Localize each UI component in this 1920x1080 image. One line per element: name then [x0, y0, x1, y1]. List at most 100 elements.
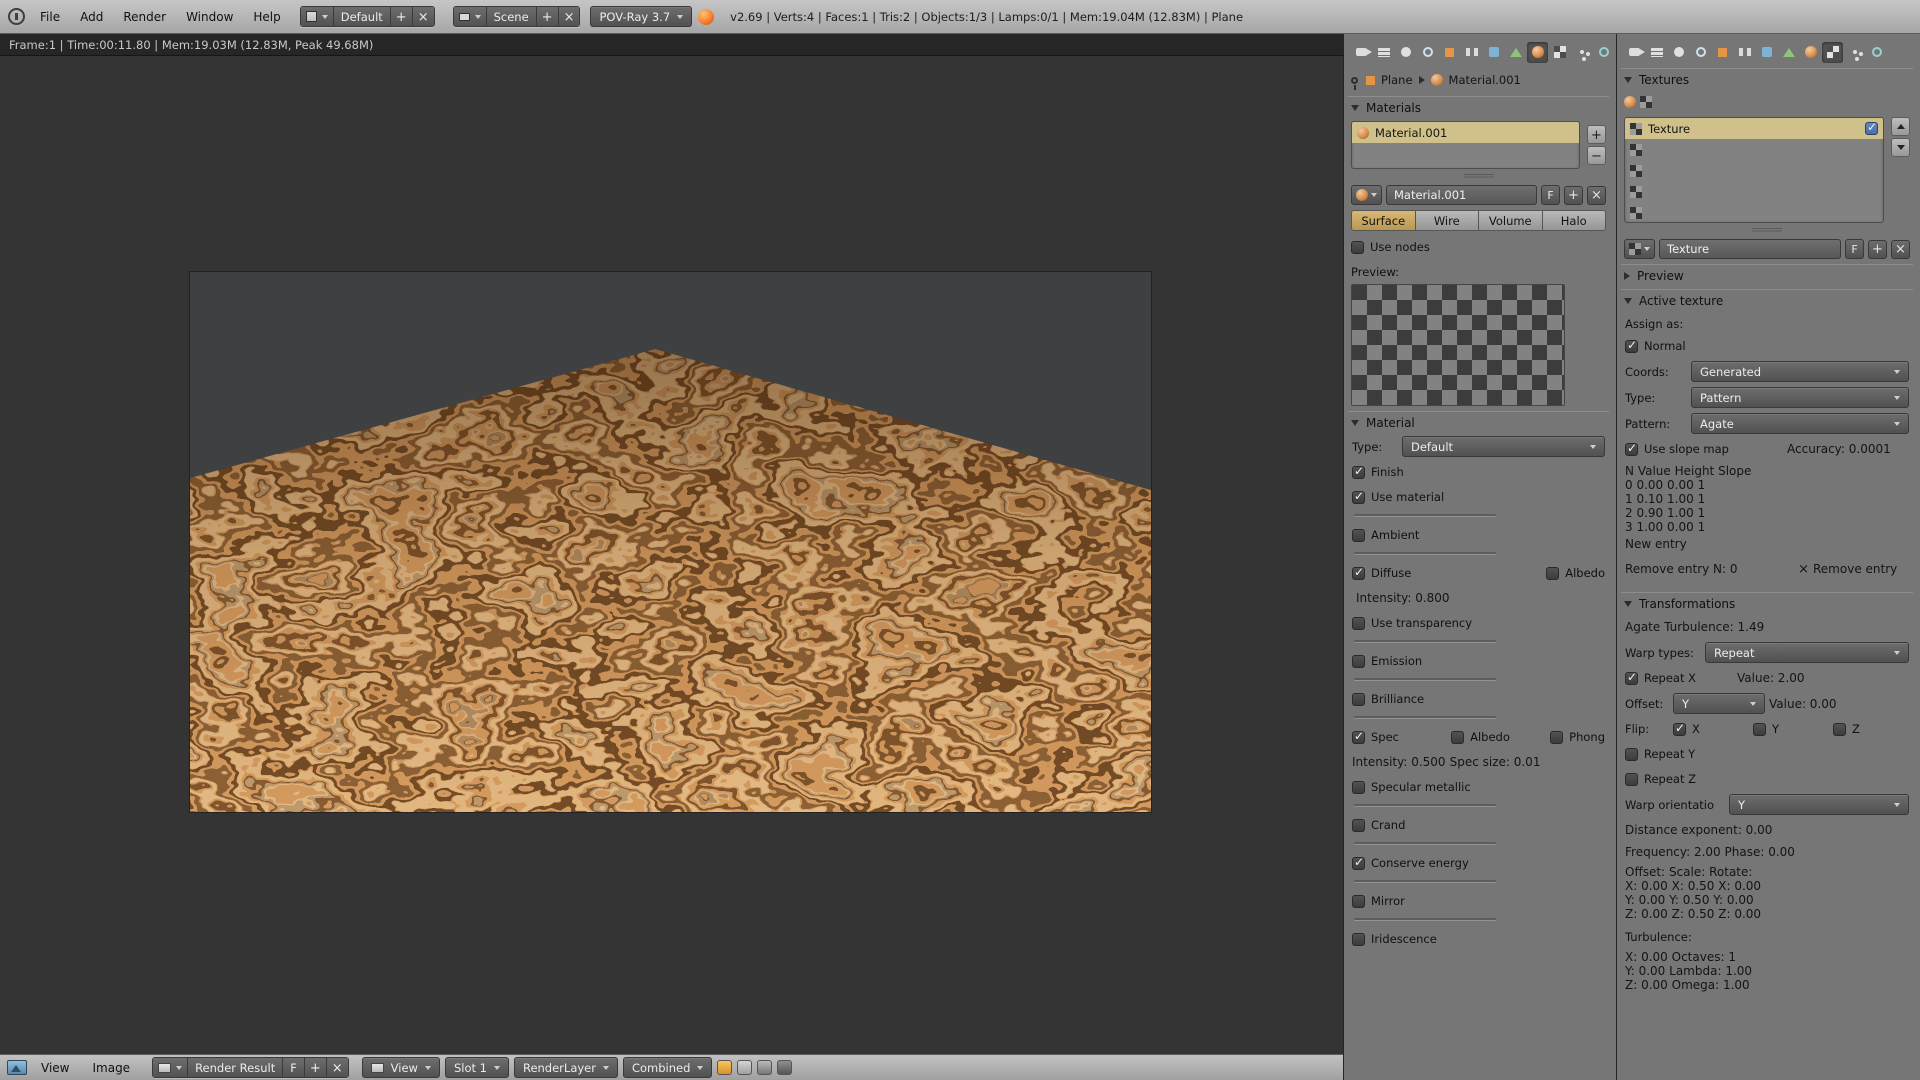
repeat-x-checkbox[interactable]: Repeat X: [1625, 671, 1733, 685]
screen-browse-button[interactable]: [301, 7, 334, 26]
mirror-checkbox[interactable]: Mirror: [1352, 894, 1405, 908]
height-field[interactable]: 1.00: [1667, 506, 1694, 520]
value-field[interactable]: 0.10: [1636, 492, 1663, 506]
tab-object-data[interactable]: [1778, 42, 1799, 63]
frequency-field[interactable]: Frequency: 2.00: [1625, 845, 1721, 859]
emission-checkbox[interactable]: Emission: [1352, 654, 1422, 668]
textures-panel-header[interactable]: Textures: [1621, 68, 1913, 90]
value-field[interactable]: 0.90: [1636, 506, 1663, 520]
diffuse-intensity-slider[interactable]: Intensity: 0.800: [1356, 591, 1450, 605]
list-resize-grip[interactable]: [1752, 228, 1782, 233]
accuracy-field[interactable]: Accuracy: 0.0001: [1787, 442, 1909, 456]
flip-x-checkbox[interactable]: X: [1673, 722, 1749, 736]
new-entry-button[interactable]: New entry: [1625, 537, 1909, 551]
ambient-checkbox[interactable]: Ambient: [1352, 528, 1419, 542]
diffuse-checkbox[interactable]: Diffuse: [1352, 566, 1542, 580]
transformations-panel-header[interactable]: Transformations: [1621, 592, 1913, 614]
editor-type-button[interactable]: [7, 1060, 27, 1075]
tab-render[interactable]: [1624, 42, 1645, 63]
preview-panel-header[interactable]: Preview: [1621, 264, 1913, 286]
pin-icon[interactable]: [1351, 77, 1358, 84]
slope-field[interactable]: 1: [1698, 506, 1706, 520]
menu-add[interactable]: Add: [71, 7, 112, 27]
texture-fake-user-button[interactable]: F: [1845, 239, 1864, 259]
slope-field[interactable]: 1: [1698, 492, 1706, 506]
spec-intensity-slider[interactable]: Intensity: 0.500: [1352, 755, 1446, 769]
draw-channel-alpha-icon[interactable]: [757, 1060, 772, 1075]
tab-object[interactable]: [1712, 42, 1733, 63]
coords-dropdown[interactable]: Generated: [1691, 361, 1909, 382]
add-screen-button[interactable]: [391, 7, 413, 26]
offset-y-field[interactable]: Y: 0.00: [1625, 893, 1665, 907]
unlink-image-button[interactable]: [327, 1058, 348, 1077]
height-field[interactable]: 0.00: [1667, 478, 1694, 492]
tab-render[interactable]: [1351, 42, 1372, 63]
draw-channel-color-icon[interactable]: [717, 1060, 732, 1075]
spec-checkbox[interactable]: Spec: [1352, 730, 1447, 744]
shading-wire-button[interactable]: Wire: [1416, 210, 1480, 231]
materials-panel-header[interactable]: Materials: [1348, 96, 1609, 118]
tab-world[interactable]: [1417, 42, 1438, 63]
remove-entry-n-slider[interactable]: Remove entry N: 0: [1625, 562, 1794, 576]
texture-type-dropdown[interactable]: Pattern: [1691, 387, 1909, 408]
use-nodes-checkbox[interactable]: Use nodes: [1351, 240, 1430, 254]
shading-volume-button[interactable]: Volume: [1479, 210, 1543, 231]
texture-browse-button[interactable]: [1624, 239, 1655, 259]
render-pass-selector[interactable]: Combined: [623, 1057, 712, 1078]
finish-checkbox[interactable]: Finish: [1352, 465, 1404, 479]
tab-modifiers[interactable]: [1756, 42, 1777, 63]
move-texture-down-button[interactable]: [1891, 138, 1910, 157]
offset-value-field[interactable]: Value: 0.00: [1769, 697, 1909, 711]
material-browse-button[interactable]: [1351, 185, 1382, 205]
unlink-texture-button[interactable]: [1891, 240, 1910, 259]
material-panel-header[interactable]: Material: [1348, 411, 1609, 433]
scene-browse-button[interactable]: [454, 7, 487, 26]
value-field[interactable]: 1.00: [1636, 520, 1663, 534]
lambda-field[interactable]: Lambda: 1.00: [1669, 964, 1752, 978]
texture-slot-empty[interactable]: [1625, 181, 1883, 202]
turbulence-y-field[interactable]: Y: 0.00: [1625, 964, 1665, 978]
menu-file[interactable]: File: [31, 7, 69, 27]
tab-scene[interactable]: [1395, 42, 1416, 63]
menu-render[interactable]: Render: [114, 7, 175, 27]
new-texture-button[interactable]: [1868, 240, 1887, 259]
material-slot-empty[interactable]: [1352, 143, 1579, 164]
tab-render-layers[interactable]: [1373, 42, 1394, 63]
texture-slot-empty[interactable]: [1625, 160, 1883, 181]
spec-size-field[interactable]: Spec size: 0.01: [1450, 755, 1605, 769]
shading-halo-button[interactable]: Halo: [1543, 210, 1607, 231]
scene-name[interactable]: Scene: [487, 7, 537, 26]
tab-scene[interactable]: [1668, 42, 1689, 63]
texture-slot-empty[interactable]: [1625, 139, 1883, 160]
height-field[interactable]: 1.00: [1667, 492, 1694, 506]
tab-world[interactable]: [1690, 42, 1711, 63]
breadcrumb-material[interactable]: Material.001: [1449, 73, 1521, 87]
material-type-dropdown[interactable]: Default: [1402, 436, 1605, 457]
add-material-slot-button[interactable]: [1587, 125, 1606, 144]
octaves-field[interactable]: Octaves: 1: [1672, 950, 1736, 964]
rotate-z-field[interactable]: Z: 0.00: [1718, 907, 1761, 921]
slope-field[interactable]: 1: [1698, 478, 1706, 492]
view-mode-selector[interactable]: View: [362, 1057, 440, 1078]
turbulence-z-field[interactable]: Z: 0.00: [1625, 978, 1668, 992]
iridescence-checkbox[interactable]: Iridescence: [1352, 932, 1437, 946]
image-browse-button[interactable]: [153, 1058, 188, 1077]
remove-material-slot-button[interactable]: [1587, 146, 1606, 165]
screen-layout-name[interactable]: Default: [334, 7, 391, 26]
crand-checkbox[interactable]: Crand: [1352, 818, 1405, 832]
turbulence-x-field[interactable]: X: 0.00: [1625, 950, 1668, 964]
menu-help[interactable]: Help: [244, 7, 289, 27]
rotate-y-field[interactable]: Y: 0.00: [1713, 893, 1753, 907]
scale-x-field[interactable]: X: 0.50: [1672, 879, 1715, 893]
tab-object-data[interactable]: [1505, 42, 1526, 63]
tab-material[interactable]: [1527, 42, 1548, 63]
use-material-checkbox[interactable]: Use material: [1352, 490, 1444, 504]
new-image-button[interactable]: [305, 1058, 327, 1077]
flip-z-checkbox[interactable]: Z: [1833, 722, 1909, 736]
delete-scene-button[interactable]: [559, 7, 580, 26]
slope-field[interactable]: 1: [1698, 520, 1706, 534]
tab-constraints[interactable]: [1734, 42, 1755, 63]
agate-turbulence-slider[interactable]: Agate Turbulence: 1.49: [1625, 620, 1909, 634]
height-field[interactable]: 0.00: [1667, 520, 1694, 534]
slot-selector[interactable]: Slot 1: [445, 1057, 509, 1078]
